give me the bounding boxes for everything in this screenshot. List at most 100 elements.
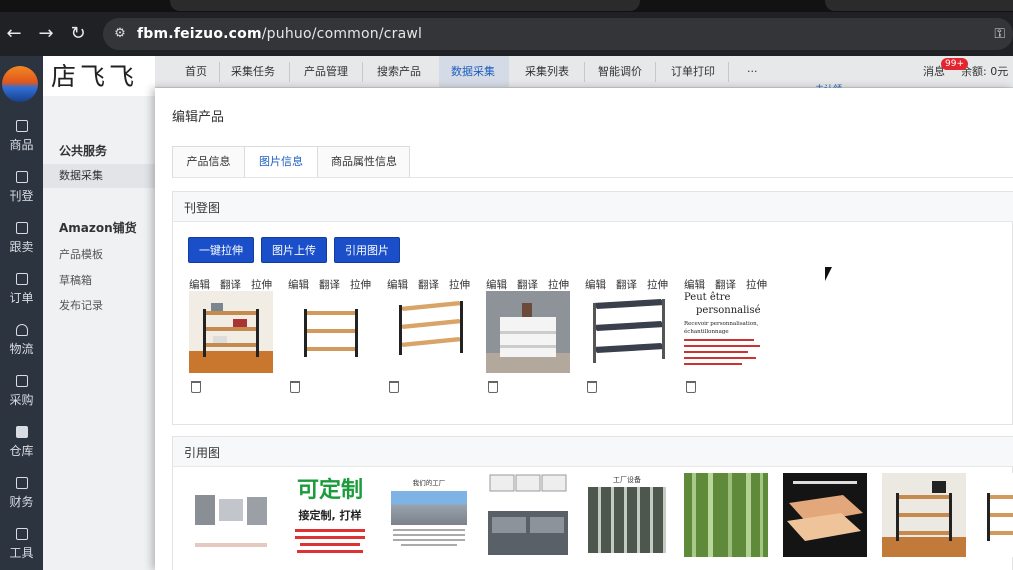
translate-link[interactable]: 翻译 [517,277,538,292]
url-path: /puhuo/common/crawl [261,26,423,42]
stretch-link[interactable]: 拉伸 [449,277,470,292]
trash-icon[interactable] [389,381,399,393]
sidebar-item-orders[interactable]: 订单 [0,273,43,323]
edit-link[interactable]: 编辑 [585,277,606,292]
translate-link[interactable]: 翻译 [319,277,340,292]
order-icon [15,273,28,285]
reference-image[interactable]: 我们的工厂 [387,473,471,557]
main-sidebar: 商品 刊登 跟卖 订单 物流 采购 仓库 财务 工具 [0,56,43,570]
edit-link[interactable]: 编辑 [288,277,309,292]
trash-icon[interactable] [290,381,300,393]
reference-image[interactable] [486,473,570,557]
reference-image[interactable]: 工厂设备 [585,473,669,557]
edit-link[interactable]: 编辑 [387,277,408,292]
edit-link[interactable]: 编辑 [486,277,507,292]
product-image[interactable] [288,291,372,373]
tab-image-info[interactable]: 图片信息 [245,147,318,177]
sidebar-link-product-template[interactable]: 产品模板 [59,246,103,262]
listing-images-section: 刊登图 一键拉伸 图片上传 引用图片 编辑 翻译 拉伸 编辑 翻译 拉伸 编辑 … [172,191,1013,425]
finance-icon [15,477,28,489]
tab-home[interactable]: 首页 [181,56,211,87]
trash-icon[interactable] [587,381,597,393]
sidebar-item-tools[interactable]: 工具 [0,528,43,570]
tab-attributes[interactable]: 商品属性信息 [318,147,410,177]
reload-icon[interactable]: ↻ [66,22,90,46]
reference-image[interactable] [882,473,966,557]
forward-icon[interactable]: → [34,22,58,46]
more-tabs-button[interactable]: ··· [743,56,762,87]
address-bar[interactable]: ⚙ fbm.feizuo.com/puhuo/common/crawl ⚿ [103,18,1013,50]
sidebar-item-publish[interactable]: 刊登 [0,171,43,221]
group-public-services: 公共服务 [59,144,108,158]
publish-icon [15,171,28,183]
warehouse-icon [15,426,28,438]
stretch-link[interactable]: 拉伸 [251,277,272,292]
divider [584,62,585,82]
product-image[interactable] [189,291,273,373]
reference-image[interactable] [981,473,1013,557]
group-amazon: Amazon铺货 [59,221,137,235]
home-icon [15,324,28,336]
sidebar-item-products[interactable]: 商品 [0,120,43,170]
translate-link[interactable]: 翻译 [220,277,241,292]
image-text: 接定制, 打样 [298,509,362,522]
stretch-link[interactable]: 拉伸 [350,277,371,292]
image-actions: 编辑 翻译 拉伸 [189,277,279,291]
image-text: Peut être [684,292,731,303]
stretch-link[interactable]: 拉伸 [647,277,668,292]
sidebar-item-follow[interactable]: 跟卖 [0,222,43,272]
stretch-all-button[interactable]: 一键拉伸 [188,237,254,263]
edit-link[interactable]: 编辑 [684,277,705,292]
trash-icon[interactable] [191,381,201,393]
tab-product-management[interactable]: 产品管理 [300,56,352,87]
upload-image-button[interactable]: 图片上传 [261,237,327,263]
tab-order-print[interactable]: 订单打印 [667,56,719,87]
image-actions: 编辑 翻译 拉伸 [387,277,477,291]
reference-image[interactable]: 可定制 接定制, 打样 [288,473,372,557]
reference-image[interactable] [684,473,768,557]
image-actions: 编辑 翻译 拉伸 [585,277,675,291]
tab-crawl-list[interactable]: 采集列表 [521,56,573,87]
tab-crawl-tasks[interactable]: 采集任务 [227,56,279,87]
follow-icon [15,222,28,234]
tab-label: 数据采集 [451,65,495,78]
tab-product-info[interactable]: 产品信息 [173,147,245,177]
sidebar-item-logistics[interactable]: 物流 [0,324,43,374]
sidebar-item-purchase[interactable]: 采购 [0,375,43,425]
reference-image[interactable] [189,473,273,557]
translate-link[interactable]: 翻译 [418,277,439,292]
reference-image[interactable] [783,473,867,557]
reference-image-button[interactable]: 引用图片 [334,237,400,263]
trash-icon[interactable] [686,381,696,393]
image-actions: 编辑 翻译 拉伸 [288,277,378,291]
trash-icon[interactable] [488,381,498,393]
product-image[interactable]: Peut être personnalisé Recevoir personna… [684,291,768,373]
image-text: personnalisé [696,305,761,316]
product-image[interactable] [585,291,669,373]
product-image[interactable] [486,291,570,373]
tune-icon[interactable]: ⚙ [111,25,129,43]
edit-link[interactable]: 编辑 [189,277,210,292]
sidebar-link-drafts[interactable]: 草稿箱 [59,272,92,288]
product-image[interactable] [387,291,471,373]
browser-toolbar: ← → ↻ ⚙ fbm.feizuo.com/puhuo/common/craw… [0,12,1013,56]
stretch-link[interactable]: 拉伸 [746,277,767,292]
key-icon[interactable]: ⚿ [994,24,1005,44]
sidebar-item-label: 跟卖 [9,240,34,254]
sidebar-item-finance[interactable]: 财务 [0,477,43,527]
sidebar-link-data-collection[interactable]: 数据采集 [43,164,155,188]
url-text[interactable]: fbm.feizuo.com/puhuo/common/crawl [137,24,422,44]
translate-link[interactable]: 翻译 [715,277,736,292]
sidebar-item-warehouse[interactable]: 仓库 [0,426,43,476]
top-nav: 首页 采集任务 产品管理 搜索产品 数据采集× 采集列表 智能调价 订单打印 ·… [155,56,1013,109]
tab-data-collection[interactable]: 数据采集× [439,56,509,109]
translate-link[interactable]: 翻译 [616,277,637,292]
tab-smart-pricing[interactable]: 智能调价 [594,56,646,87]
browser-tab[interactable] [170,0,640,11]
brand-header: 店飞飞 [43,56,155,96]
back-icon[interactable]: ← [2,22,26,46]
browser-tab[interactable] [825,0,1013,11]
tab-search-products[interactable]: 搜索产品 [373,56,425,87]
stretch-link[interactable]: 拉伸 [548,277,569,292]
sidebar-link-publish-records[interactable]: 发布记录 [59,297,103,313]
